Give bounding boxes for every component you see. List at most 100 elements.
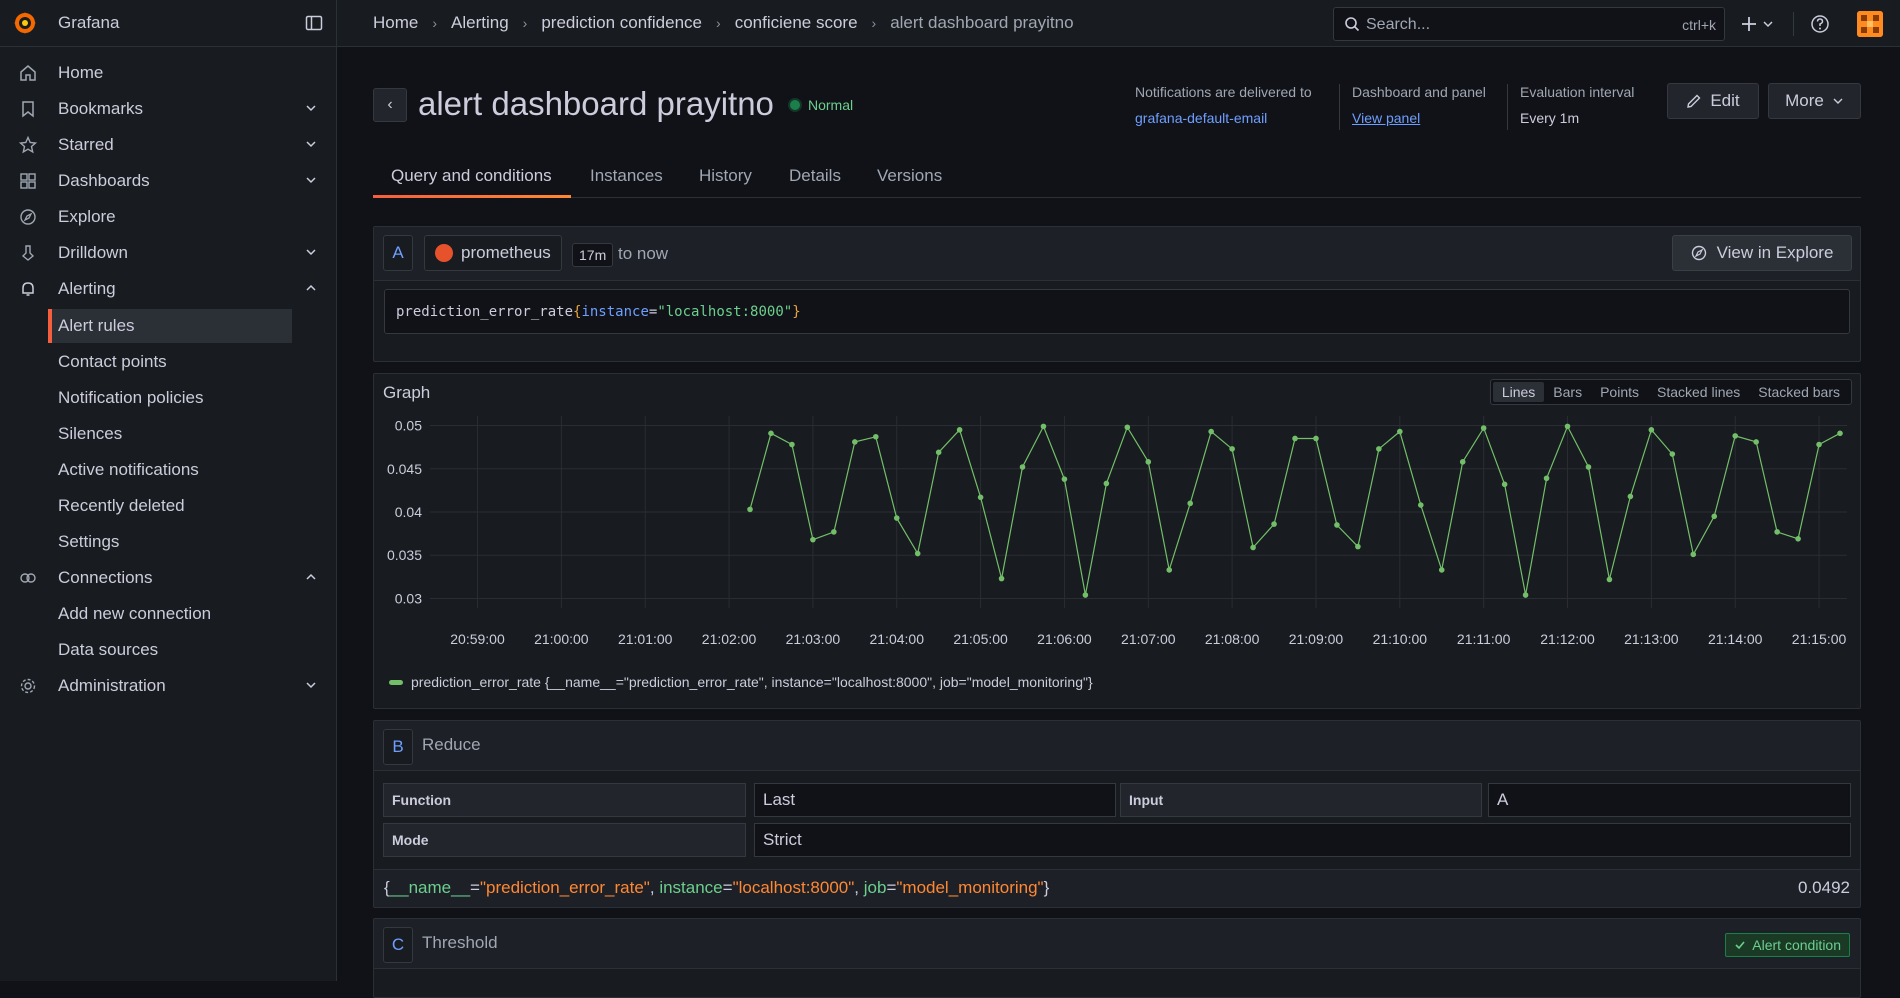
chevron-up-icon[interactable] xyxy=(304,570,318,584)
sidebar-item-add-new-connection[interactable]: Add new connection xyxy=(48,597,292,631)
sidebar-item-label: Notification policies xyxy=(58,388,204,407)
data-point xyxy=(789,441,795,448)
data-point xyxy=(998,575,1005,582)
datasource-label: prometheus xyxy=(461,243,551,262)
add-new-button[interactable] xyxy=(1740,12,1780,36)
legend-label: prediction_error_rate {__name__="predict… xyxy=(411,674,1093,690)
search-input[interactable]: Search... ctrl+k xyxy=(1333,7,1725,41)
status-label: Normal xyxy=(808,97,854,113)
data-point xyxy=(1082,592,1089,598)
breadcrumb-group[interactable]: conficiene score xyxy=(735,13,858,33)
chevron-up-icon[interactable] xyxy=(304,281,318,295)
mode-bars-button[interactable]: Bars xyxy=(1544,382,1591,402)
view-in-explore-button[interactable]: View in Explore xyxy=(1672,235,1852,271)
chevron-down-icon[interactable] xyxy=(304,173,318,187)
sidebar-item-bookmarks[interactable]: Bookmarks xyxy=(18,92,318,126)
avatar[interactable] xyxy=(1857,11,1883,37)
x-tick-label: 21:14:00 xyxy=(1708,631,1763,647)
time-range-button[interactable]: 17m xyxy=(572,243,614,267)
sidebar-item-alerting[interactable]: Alerting xyxy=(18,272,318,306)
back-button[interactable]: ‹ xyxy=(373,88,407,122)
expression-ref: C xyxy=(383,927,413,963)
tab-query-and-conditions[interactable]: Query and conditions xyxy=(391,166,552,186)
sidebar-item-dashboards[interactable]: Dashboards xyxy=(18,164,318,198)
series-line xyxy=(749,424,1841,596)
query-metric: prediction_error_rate xyxy=(396,304,574,320)
time-series-chart[interactable]: 0.05 0.045 0.04 0.035 0.03 20:59:00 21:00:00 21… xyxy=(374,412,1860,672)
y-tick-label: 0.045 xyxy=(387,461,422,477)
data-point xyxy=(1040,423,1047,430)
chevron-down-icon[interactable] xyxy=(304,101,318,115)
data-point xyxy=(1019,464,1026,470)
notifications-meta: Notifications are delivered to grafana-d… xyxy=(1135,84,1312,126)
data-point xyxy=(1376,446,1382,452)
data-point xyxy=(1669,451,1676,457)
sidebar-item-label: Active notifications xyxy=(58,460,199,479)
breadcrumb-folder[interactable]: prediction confidence xyxy=(541,13,702,33)
help-icon[interactable] xyxy=(1810,14,1830,34)
chevron-down-icon[interactable] xyxy=(304,245,318,259)
more-button[interactable]: More xyxy=(1768,83,1861,119)
sidebar-item-settings[interactable]: Settings xyxy=(48,525,292,559)
mode-points-button[interactable]: Points xyxy=(1591,382,1648,402)
mode-stacked-lines-button[interactable]: Stacked lines xyxy=(1648,382,1749,402)
data-point xyxy=(1627,493,1634,500)
gear-icon xyxy=(20,678,36,694)
tab-history[interactable]: History xyxy=(699,166,752,186)
function-select[interactable]: Last xyxy=(754,783,1116,817)
tab-details[interactable]: Details xyxy=(789,166,841,186)
sidebar-item-administration[interactable]: Administration xyxy=(18,669,318,703)
sidebar-item-explore[interactable]: Explore xyxy=(18,200,318,234)
expression-type: Reduce xyxy=(422,735,481,754)
chart-legend[interactable]: prediction_error_rate {__name__="predict… xyxy=(389,674,1093,690)
plus-icon xyxy=(1742,17,1773,31)
sidebar-item-notification-policies[interactable]: Notification policies xyxy=(48,381,292,415)
data-point xyxy=(1124,424,1131,431)
sidebar-item-recently-deleted[interactable]: Recently deleted xyxy=(48,489,292,523)
sidebar-item-contact-points[interactable]: Contact points xyxy=(48,345,292,379)
tab-instances[interactable]: Instances xyxy=(590,166,663,186)
data-point xyxy=(1417,502,1424,508)
meta-divider xyxy=(1339,84,1340,130)
status-badge: Normal xyxy=(790,97,853,113)
breadcrumb-home[interactable]: Home xyxy=(373,13,418,33)
mode-select[interactable]: Strict xyxy=(754,823,1851,857)
sidebar-item-active-notifications[interactable]: Active notifications xyxy=(48,453,292,487)
input-select[interactable]: A xyxy=(1488,783,1851,817)
mode-stacked-bars-button[interactable]: Stacked bars xyxy=(1749,382,1849,402)
sidebar-item-drilldown[interactable]: Drilldown xyxy=(18,236,318,270)
grafana-logo-icon[interactable] xyxy=(12,10,38,36)
sidebar-item-connections[interactable]: Connections xyxy=(18,561,318,595)
sidebar-item-label: Connections xyxy=(58,568,153,587)
query-header: A prometheus 17m to now View in Explore xyxy=(374,227,1860,281)
contact-point-link[interactable]: grafana-default-email xyxy=(1135,110,1312,126)
data-point xyxy=(1292,435,1298,442)
sidebar-item-starred[interactable]: Starred xyxy=(18,128,318,162)
chevron-down-icon[interactable] xyxy=(304,678,318,692)
chevron-down-icon[interactable] xyxy=(304,137,318,151)
query-brace-close: } xyxy=(792,304,801,320)
sidebar-item-home[interactable]: Home xyxy=(18,56,318,90)
breadcrumb-alerting[interactable]: Alerting xyxy=(451,13,509,33)
expression-panel-c: C Threshold Alert condition xyxy=(373,918,1861,998)
query-editor[interactable]: prediction_error_rate{instance="localhos… xyxy=(384,289,1850,334)
tab-bar: Query and conditions Instances History D… xyxy=(373,156,1861,198)
alert-condition-badge[interactable]: Alert condition xyxy=(1725,933,1850,957)
view-panel-link[interactable]: View panel xyxy=(1352,110,1486,126)
mode-lines-button[interactable]: Lines xyxy=(1492,382,1545,402)
data-point xyxy=(977,494,984,501)
result-label-value: "localhost:8000" xyxy=(732,878,855,897)
sidebar-item-alert-rules[interactable]: Alert rules xyxy=(48,309,292,343)
sidebar-item-label: Data sources xyxy=(58,640,159,659)
compass-icon xyxy=(20,209,36,225)
sidebar-item-silences[interactable]: Silences xyxy=(48,417,292,451)
tab-versions[interactable]: Versions xyxy=(877,166,942,186)
y-tick-label: 0.035 xyxy=(387,547,422,563)
sidebar-item-data-sources[interactable]: Data sources xyxy=(48,633,292,667)
sidebar-item-label: Home xyxy=(58,63,104,82)
datasource-picker[interactable]: prometheus xyxy=(424,235,562,271)
home-icon xyxy=(20,65,36,81)
meta-divider xyxy=(1507,84,1508,130)
edit-button[interactable]: Edit xyxy=(1667,83,1759,119)
dock-menu-icon[interactable] xyxy=(305,14,323,32)
